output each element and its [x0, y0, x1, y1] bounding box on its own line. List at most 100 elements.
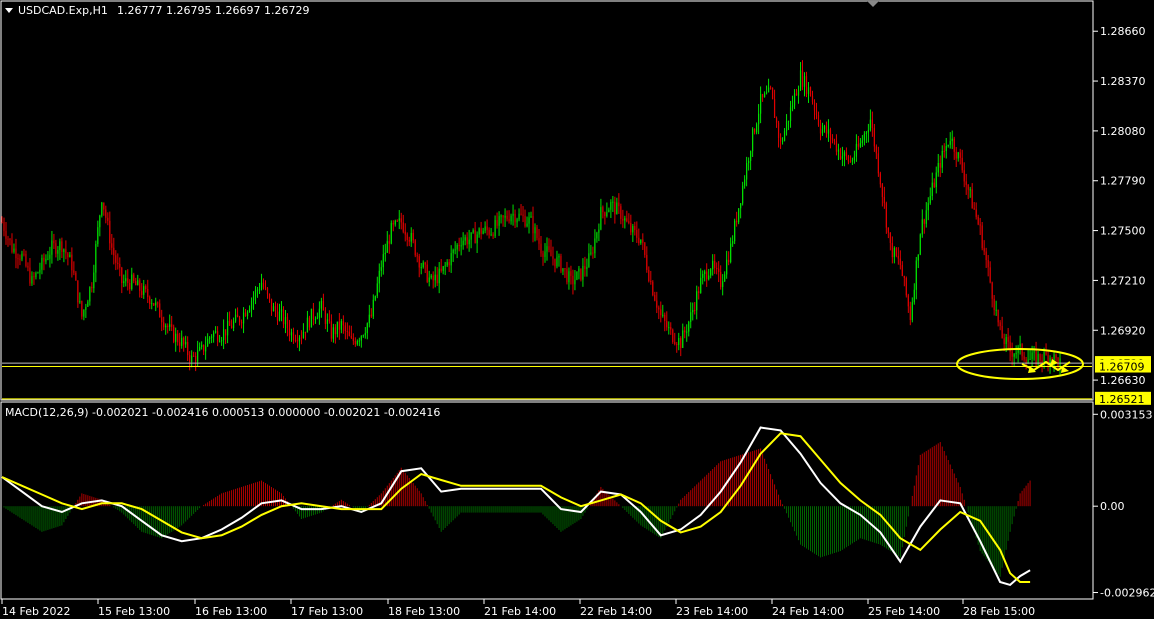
candle-body [1045, 351, 1047, 355]
candle-body [590, 252, 592, 254]
candle-body [426, 264, 428, 282]
candle-body [300, 337, 303, 339]
candle-body [805, 76, 808, 94]
candle-body [149, 297, 151, 305]
candle-body [839, 149, 842, 159]
candle-body [855, 143, 858, 157]
candle-body [781, 140, 784, 142]
candle-body [424, 262, 426, 265]
candle-body [708, 275, 710, 280]
price-tick-label: 1.26630 [1100, 374, 1146, 387]
candle-body [185, 342, 187, 345]
candle-body [580, 268, 582, 280]
candle-body [987, 260, 989, 268]
horizontal-levels[interactable] [2, 362, 1092, 400]
candle-body [350, 335, 352, 338]
candle-body [51, 240, 53, 255]
candle-body [282, 309, 285, 325]
candle-body [294, 340, 297, 342]
candle-body [734, 220, 736, 242]
candle-body [101, 202, 103, 216]
candle-body [69, 254, 71, 258]
macd-axis: 0.003153 0.00 -0.002962 [1093, 408, 1154, 600]
candle-body [596, 232, 598, 239]
candle-body [201, 344, 203, 347]
candle-body [801, 70, 804, 87]
trading-chart[interactable]: USDCAD.Exp,H1 1.26777 1.26795 1.26697 1.… [0, 0, 1154, 619]
candle-body [159, 303, 161, 318]
candle-body [171, 324, 173, 327]
candle-body [785, 121, 788, 132]
candle-body [783, 131, 786, 141]
candle-body [779, 137, 782, 142]
candle-body [536, 227, 538, 239]
candle-body [59, 241, 61, 251]
time-tick-label: 18 Feb 13:00 [388, 605, 460, 618]
candle-body [226, 320, 229, 336]
candle-body [879, 173, 881, 185]
candle-body [961, 157, 963, 171]
candle-body [93, 272, 95, 289]
candle-body [696, 291, 698, 311]
candle-body [125, 278, 127, 282]
candle-body [1035, 351, 1037, 365]
candle-body [506, 215, 508, 220]
candle-body [757, 113, 760, 125]
time-tick-label: 16 Feb 13:00 [195, 605, 267, 618]
candle-body [656, 300, 658, 308]
candle-body [945, 145, 947, 152]
candle-body [169, 324, 171, 327]
candle-body [428, 277, 430, 282]
candle-body [658, 307, 660, 310]
candle-body [386, 241, 388, 253]
candle-body [871, 119, 873, 128]
candle-body [316, 317, 319, 319]
candle-body [610, 202, 612, 210]
candle-body [490, 234, 492, 236]
scroll-marker-icon[interactable] [867, 1, 879, 7]
candle-body [977, 216, 979, 225]
candle-body [795, 93, 798, 96]
candle-body [899, 258, 901, 266]
candle-body [468, 239, 470, 245]
candle-body [328, 319, 330, 322]
candle-body [320, 300, 323, 309]
candle-body [616, 202, 618, 215]
candle-body [298, 337, 301, 342]
candle-body [370, 314, 372, 317]
candle-body [1001, 325, 1003, 339]
candle-body [213, 332, 215, 337]
candle-body [1039, 354, 1041, 361]
candle-body [881, 184, 883, 197]
candle-body [628, 221, 630, 223]
macd-tick-label: 0.00 [1100, 500, 1125, 513]
candle-body [205, 346, 207, 352]
collapse-triangle-icon[interactable] [5, 8, 13, 13]
candle-body [418, 256, 420, 268]
candle-body [618, 202, 620, 207]
candle-body [488, 229, 490, 235]
price-tick-label: 1.27500 [1100, 225, 1146, 238]
candle-body [937, 162, 939, 173]
candle-body [754, 128, 756, 133]
candle-body [993, 298, 995, 311]
candle-body [666, 321, 668, 328]
candle-body [246, 311, 249, 316]
candle-body [742, 185, 744, 204]
candle-body [953, 138, 955, 152]
candle-body [600, 207, 602, 230]
candle-body [266, 288, 269, 295]
candle-body [434, 274, 436, 281]
candle-body [588, 253, 590, 267]
candle-body [732, 241, 734, 244]
candle-body [25, 253, 27, 266]
candle-body [586, 266, 588, 269]
candle-body [284, 317, 287, 325]
candle-body [632, 225, 634, 233]
candle-body [678, 338, 680, 345]
candle-body [811, 96, 814, 102]
candle-body [306, 317, 309, 333]
candle-body [698, 291, 700, 293]
candle-body [901, 265, 903, 277]
candle-body [326, 319, 328, 324]
